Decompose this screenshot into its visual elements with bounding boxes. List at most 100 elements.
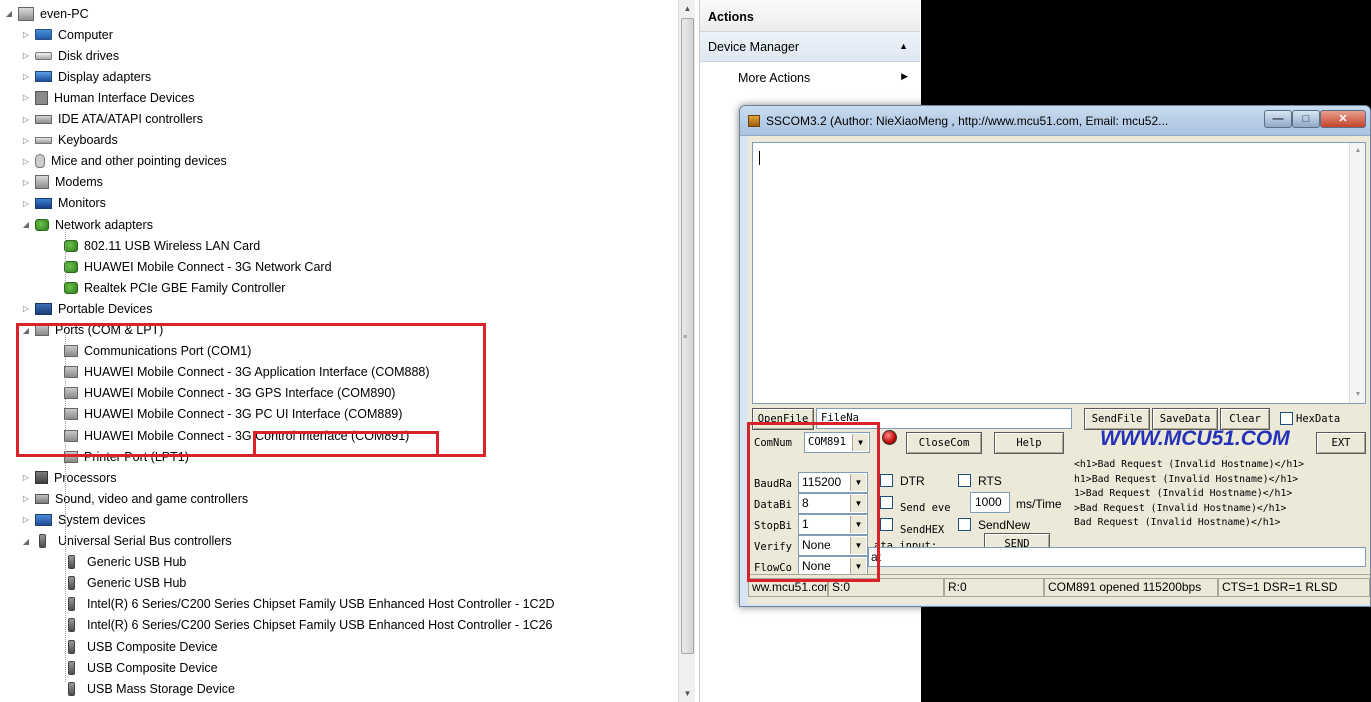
dtr-checkbox[interactable] <box>880 474 893 487</box>
tree-item[interactable]: ▷ Monitors <box>21 193 106 214</box>
tree-item[interactable]: Generic USB Hub <box>64 573 186 594</box>
expand-arrow-icon[interactable]: ▷ <box>21 51 31 60</box>
scroll-down-arrow-icon[interactable]: ▼ <box>679 685 696 702</box>
com-num-select[interactable]: COM891 ▼ <box>804 432 870 453</box>
tree-item[interactable]: ▷ System devices <box>21 509 146 530</box>
tree-item[interactable]: ▷ Disk drives <box>21 45 119 66</box>
collapse-arrow-icon[interactable]: ◢ <box>4 9 14 18</box>
dropdown-arrow-icon[interactable]: ▼ <box>850 495 866 512</box>
baud-rate-select[interactable]: 115200 ▼ <box>798 472 868 493</box>
receive-textarea[interactable]: ▲ ▼ <box>752 142 1366 404</box>
collapse-arrow-icon[interactable]: ▲ <box>899 41 908 51</box>
expand-arrow-icon[interactable]: ▷ <box>21 115 31 124</box>
hex-data-checkbox[interactable] <box>1280 412 1293 425</box>
scroll-up-arrow-icon[interactable]: ▲ <box>679 0 696 17</box>
close-button[interactable]: ✕ <box>1320 110 1366 128</box>
file-name-field[interactable]: FileNa <box>816 408 1072 429</box>
device-tree-pane: ◢ even-PC ▷ Computer ▷ Disk drives ▷ Display ad… <box>0 0 678 702</box>
expand-arrow-icon[interactable]: ▷ <box>21 136 31 145</box>
send-new-checkbox[interactable] <box>958 518 971 531</box>
scroll-up-arrow-icon[interactable]: ▲ <box>1350 143 1366 159</box>
dropdown-arrow-icon[interactable]: ▼ <box>850 516 866 533</box>
tree-item[interactable]: ▷ Keyboards <box>21 130 118 151</box>
tree-item-label: Monitors <box>58 196 106 211</box>
dropdown-arrow-icon[interactable]: ▼ <box>850 537 866 554</box>
collapse-arrow-icon[interactable]: ◢ <box>21 220 31 229</box>
expand-arrow-icon[interactable]: ▷ <box>21 494 31 503</box>
tree-item[interactable]: ◢ even-PC <box>4 3 89 24</box>
expand-arrow-icon[interactable]: ▷ <box>21 157 31 166</box>
usb-icon <box>68 555 75 570</box>
send-hex-checkbox[interactable] <box>880 518 893 531</box>
tree-item[interactable]: ▷ Human Interface Devices <box>21 87 194 108</box>
tree-item[interactable]: Printer Port (LPT1) <box>64 446 189 467</box>
network-adapter-icon <box>64 239 78 252</box>
ms-time-label: ms/Time <box>1016 497 1062 511</box>
help-button[interactable]: Help <box>994 432 1064 454</box>
tree-item[interactable]: HUAWEI Mobile Connect - 3G Control Inter… <box>64 425 409 446</box>
send-interval-field[interactable]: 1000 <box>970 492 1010 513</box>
tree-item[interactable]: ◢ Universal Serial Bus controllers <box>21 531 232 552</box>
actions-group-device-manager[interactable]: Device Manager ▲ <box>700 32 920 62</box>
scroll-down-arrow-icon[interactable]: ▼ <box>1350 387 1366 403</box>
dropdown-arrow-icon[interactable]: ▼ <box>850 474 866 491</box>
open-file-button[interactable]: OpenFile <box>752 408 814 430</box>
tree-item-label: Ports (COM & LPT) <box>55 323 164 337</box>
expand-arrow-icon[interactable]: ▷ <box>21 473 31 482</box>
expand-arrow-icon[interactable]: ▷ <box>21 178 31 187</box>
dropdown-arrow-icon[interactable]: ▼ <box>850 558 866 575</box>
close-com-button[interactable]: CloseCom <box>906 432 982 454</box>
collapse-arrow-icon[interactable]: ◢ <box>21 326 31 335</box>
expand-arrow-icon[interactable]: ▷ <box>21 199 31 208</box>
tree-item[interactable]: Generic USB Hub <box>64 552 186 573</box>
http-response-line: <h1>Bad Request (Invalid Hostname)</h1> <box>1074 459 1305 470</box>
tree-item[interactable]: 802.11 USB Wireless LAN Card <box>64 235 260 256</box>
tree-item[interactable]: USB Composite Device <box>64 657 218 678</box>
tree-item[interactable]: HUAWEI Mobile Connect - 3G PC UI Interfa… <box>64 404 402 425</box>
expand-arrow-icon[interactable]: ▷ <box>21 515 31 524</box>
tree-item[interactable]: Communications Port (COM1) <box>64 341 251 362</box>
tree-item[interactable]: ▷ Portable Devices <box>21 298 153 319</box>
ext-button[interactable]: EXT <box>1316 432 1366 454</box>
maximize-button[interactable]: □ <box>1292 110 1320 128</box>
rts-checkbox[interactable] <box>958 474 971 487</box>
send-every-checkbox[interactable] <box>880 496 893 509</box>
tree-item-label: HUAWEI Mobile Connect - 3G Application I… <box>84 365 430 380</box>
tree-item[interactable]: ▷ IDE ATA/ATAPI controllers <box>21 109 203 130</box>
sscom-title-bar[interactable]: SSCOM3.2 (Author: NieXiaoMeng , http://w… <box>740 106 1370 136</box>
tree-item[interactable]: HUAWEI Mobile Connect - 3G GPS Interface… <box>64 383 395 404</box>
send-data-input[interactable]: at <box>868 547 1366 567</box>
tree-vertical-scrollbar[interactable]: ▲ ≡ ▼ <box>678 0 695 702</box>
receive-scrollbar[interactable]: ▲ ▼ <box>1349 143 1365 403</box>
tree-item[interactable]: Intel(R) 6 Series/C200 Series Chipset Fa… <box>64 615 552 636</box>
send-new-label: SendNew <box>978 518 1031 532</box>
tree-item[interactable]: ▷ Processors <box>21 467 117 488</box>
tree-item[interactable]: USB Composite Device <box>64 636 218 657</box>
data-bits-select[interactable]: 8 ▼ <box>798 493 868 514</box>
tree-item[interactable]: ◢ Ports (COM & LPT) <box>21 320 163 341</box>
tree-item[interactable]: ▷ Sound, video and game controllers <box>21 488 248 509</box>
stop-bits-select[interactable]: 1 ▼ <box>798 514 868 535</box>
tree-item[interactable]: ▷ Mice and other pointing devices <box>21 151 227 172</box>
minimize-button[interactable]: — <box>1264 110 1292 128</box>
dropdown-arrow-icon[interactable]: ▼ <box>852 434 868 451</box>
tree-item[interactable]: ▷ Display adapters <box>21 66 151 87</box>
expand-arrow-icon[interactable]: ▷ <box>21 30 31 39</box>
tree-item[interactable]: ▷ Modems <box>21 172 103 193</box>
tree-item[interactable]: ▷ Computer <box>21 24 113 45</box>
expand-arrow-icon[interactable]: ▷ <box>21 72 31 81</box>
tree-item[interactable]: ◢ Network adapters <box>21 214 153 235</box>
usb-icon <box>68 681 75 696</box>
more-actions-item[interactable]: More Actions ▶ <box>700 62 920 92</box>
tree-item[interactable]: Intel(R) 6 Series/C200 Series Chipset Fa… <box>64 594 555 615</box>
tree-item[interactable]: HUAWEI Mobile Connect - 3G Application I… <box>64 362 430 383</box>
collapse-arrow-icon[interactable]: ◢ <box>21 537 31 546</box>
expand-arrow-icon[interactable]: ▷ <box>21 93 31 102</box>
verify-select[interactable]: None ▼ <box>798 535 868 556</box>
expand-arrow-icon[interactable]: ▷ <box>21 304 31 313</box>
tree-item-label: HUAWEI Mobile Connect - 3G PC UI Interfa… <box>84 407 403 422</box>
tree-item[interactable]: HUAWEI Mobile Connect - 3G Network Card <box>64 256 332 277</box>
tree-item[interactable]: Realtek PCIe GBE Family Controller <box>64 277 285 298</box>
tree-item[interactable]: USB Mass Storage Device <box>64 678 235 699</box>
website-link[interactable]: WWW.MCU51.COM <box>1100 427 1290 451</box>
